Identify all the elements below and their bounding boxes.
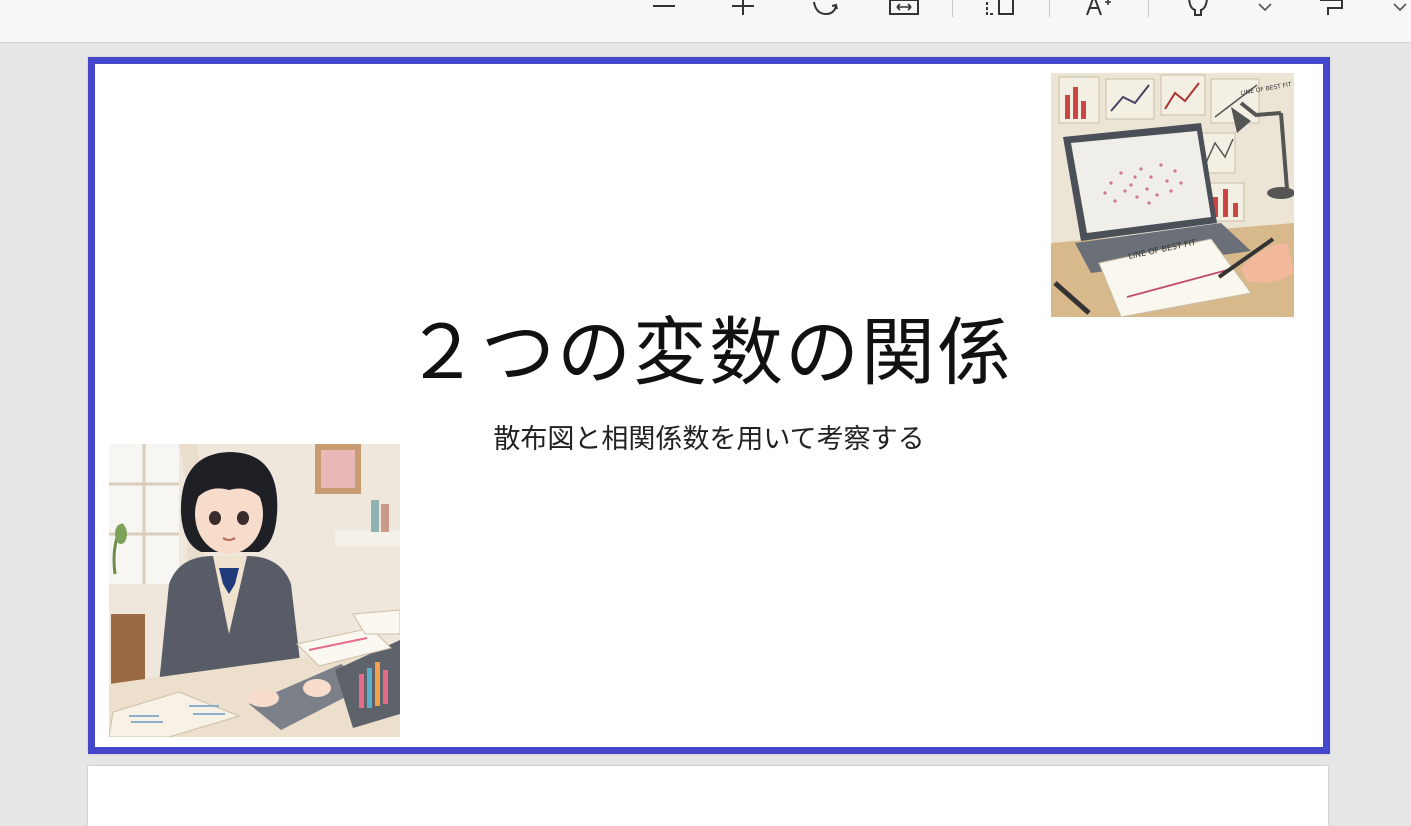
slide-2-thumbnail[interactable] (88, 766, 1328, 826)
line-spacing-icon[interactable] (648, 0, 680, 16)
chart-illustration[interactable]: LINE OF BEST FIT LINE OF BEST FIT (1051, 73, 1294, 317)
fit-icon[interactable] (886, 0, 922, 16)
font-size-icon[interactable] (1082, 0, 1118, 16)
dropdown-icon[interactable] (1389, 0, 1411, 16)
dropdown-icon[interactable] (1254, 0, 1276, 16)
format-painter-icon[interactable] (1313, 0, 1349, 16)
student-illustration[interactable] (109, 444, 400, 737)
layout-icon[interactable] (982, 0, 1018, 16)
toolbar-divider (1049, 0, 1050, 17)
rotate-icon[interactable] (805, 0, 841, 16)
slide-title[interactable]: ２つの変数の関係 (95, 316, 1323, 390)
designer-icon[interactable] (1180, 0, 1216, 16)
toolbar-divider (952, 0, 953, 17)
add-icon[interactable] (727, 0, 759, 16)
toolbar-divider (1148, 0, 1149, 17)
slide-subtitle[interactable]: 散布図と相関係数を用いて考察する (275, 426, 1143, 453)
ribbon-toolbar (0, 0, 1411, 43)
slide-1[interactable]: LINE OF BEST FIT LINE OF BEST FIT ２つの変数の… (88, 57, 1330, 754)
